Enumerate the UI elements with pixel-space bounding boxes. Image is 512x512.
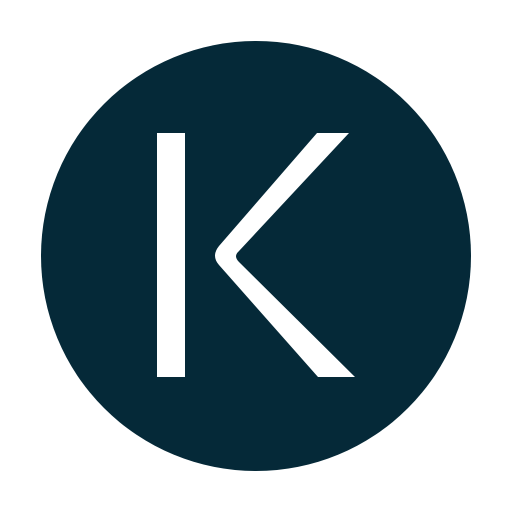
k-logo-icon: K xyxy=(41,41,471,471)
logo-stage: K xyxy=(0,0,512,512)
logo-letter-stem xyxy=(157,133,185,377)
logo-circle-background xyxy=(41,41,471,471)
